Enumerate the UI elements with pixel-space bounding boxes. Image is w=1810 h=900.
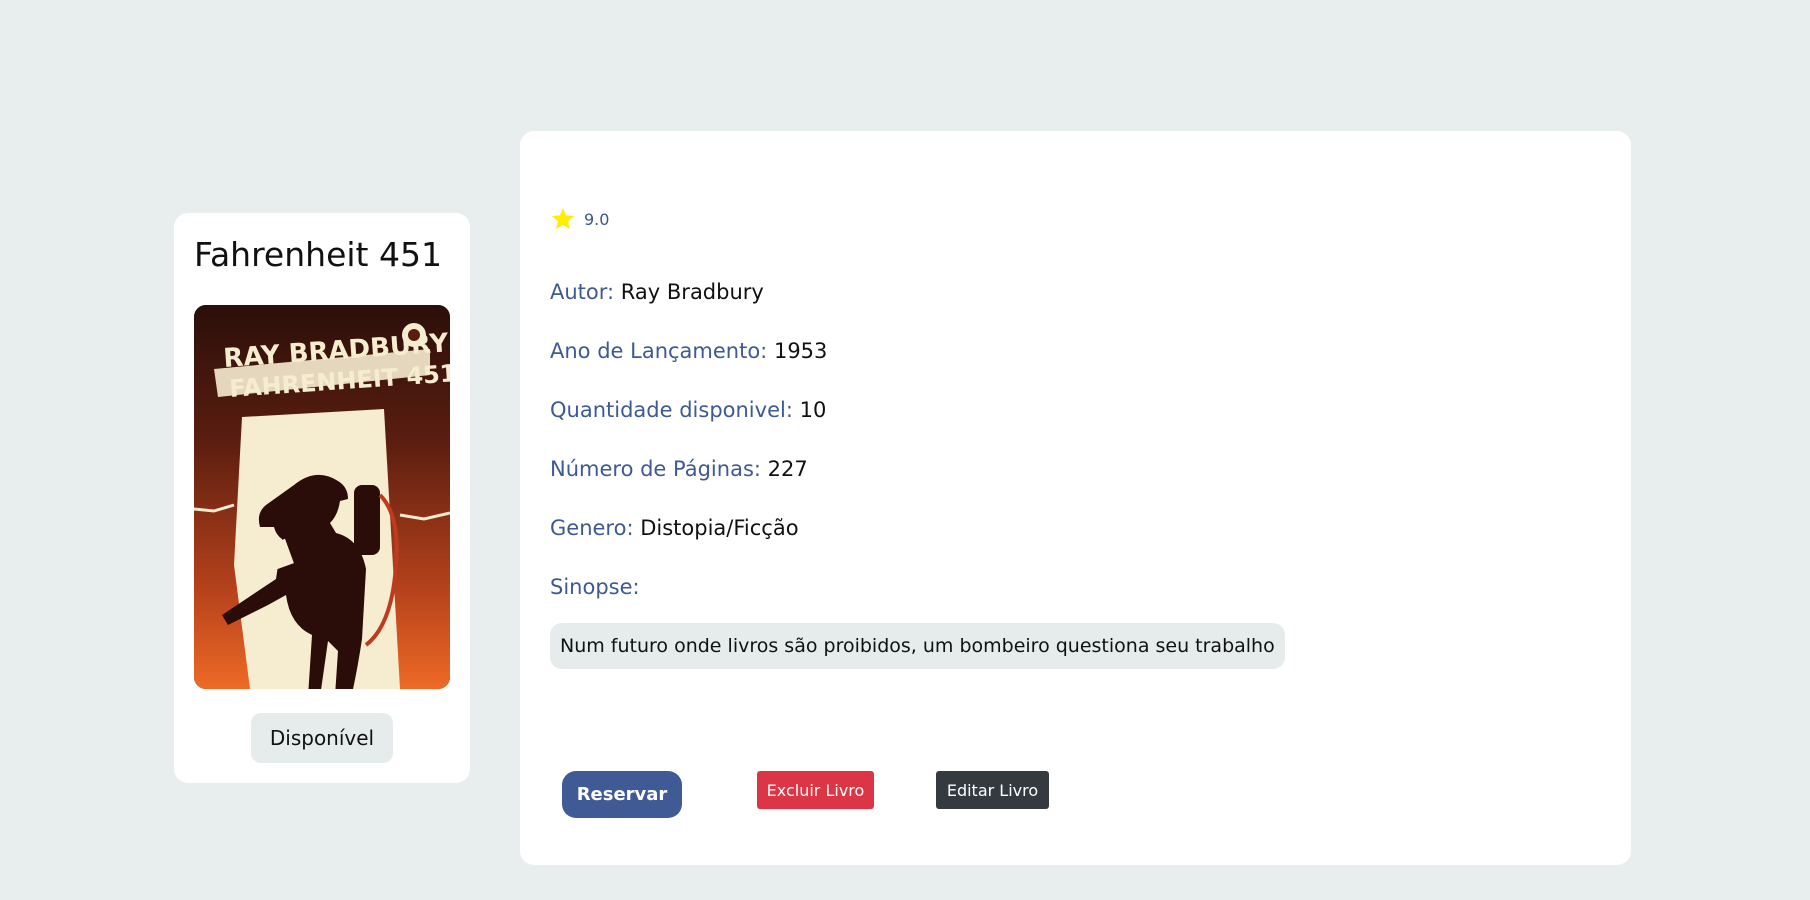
author-value: Ray Bradbury (620, 280, 764, 304)
release-year-value: 1953 (773, 339, 828, 363)
quantity-label: Quantidade disponivel: (550, 398, 793, 422)
pages-value: 227 (767, 457, 808, 481)
author-field: Autor: Ray Bradbury (550, 280, 764, 304)
page: Fahrenheit 451 RAY BRADBURY FAHRENHEIT 4… (0, 0, 1810, 900)
availability-status-badge: Disponível (251, 713, 393, 763)
author-label: Autor: (550, 280, 615, 304)
rating-value: 9.0 (584, 209, 610, 229)
genre-field: Genero: Distopia/Ficção (550, 516, 799, 540)
synopsis-field: Sinopse: (550, 575, 640, 599)
book-title: Fahrenheit 451 (194, 235, 442, 274)
book-card: Fahrenheit 451 RAY BRADBURY FAHRENHEIT 4… (174, 213, 470, 783)
genre-value: Distopia/Ficção (640, 516, 799, 540)
synopsis-text: Num futuro onde livros são proibidos, um… (550, 623, 1285, 669)
genre-label: Genero: (550, 516, 634, 540)
star-icon (551, 207, 575, 230)
quantity-value: 10 (799, 398, 827, 422)
pages-label: Número de Páginas: (550, 457, 761, 481)
release-year-label: Ano de Lançamento: (550, 339, 768, 363)
synopsis-label: Sinopse: (550, 575, 640, 599)
pages-field: Número de Páginas: 227 (550, 457, 808, 481)
reserve-button[interactable]: Reservar (562, 771, 682, 818)
delete-book-button[interactable]: Excluir Livro (757, 771, 874, 809)
book-cover-image: RAY BRADBURY FAHRENHEIT 451 (194, 305, 450, 689)
book-details-panel: 9.0 Autor: Ray Bradbury Ano de Lançament… (520, 131, 1631, 865)
release-year-field: Ano de Lançamento: 1953 (550, 339, 827, 363)
quantity-field: Quantidade disponivel: 10 (550, 398, 826, 422)
edit-book-button[interactable]: Editar Livro (936, 771, 1049, 809)
rating: 9.0 (550, 206, 609, 232)
